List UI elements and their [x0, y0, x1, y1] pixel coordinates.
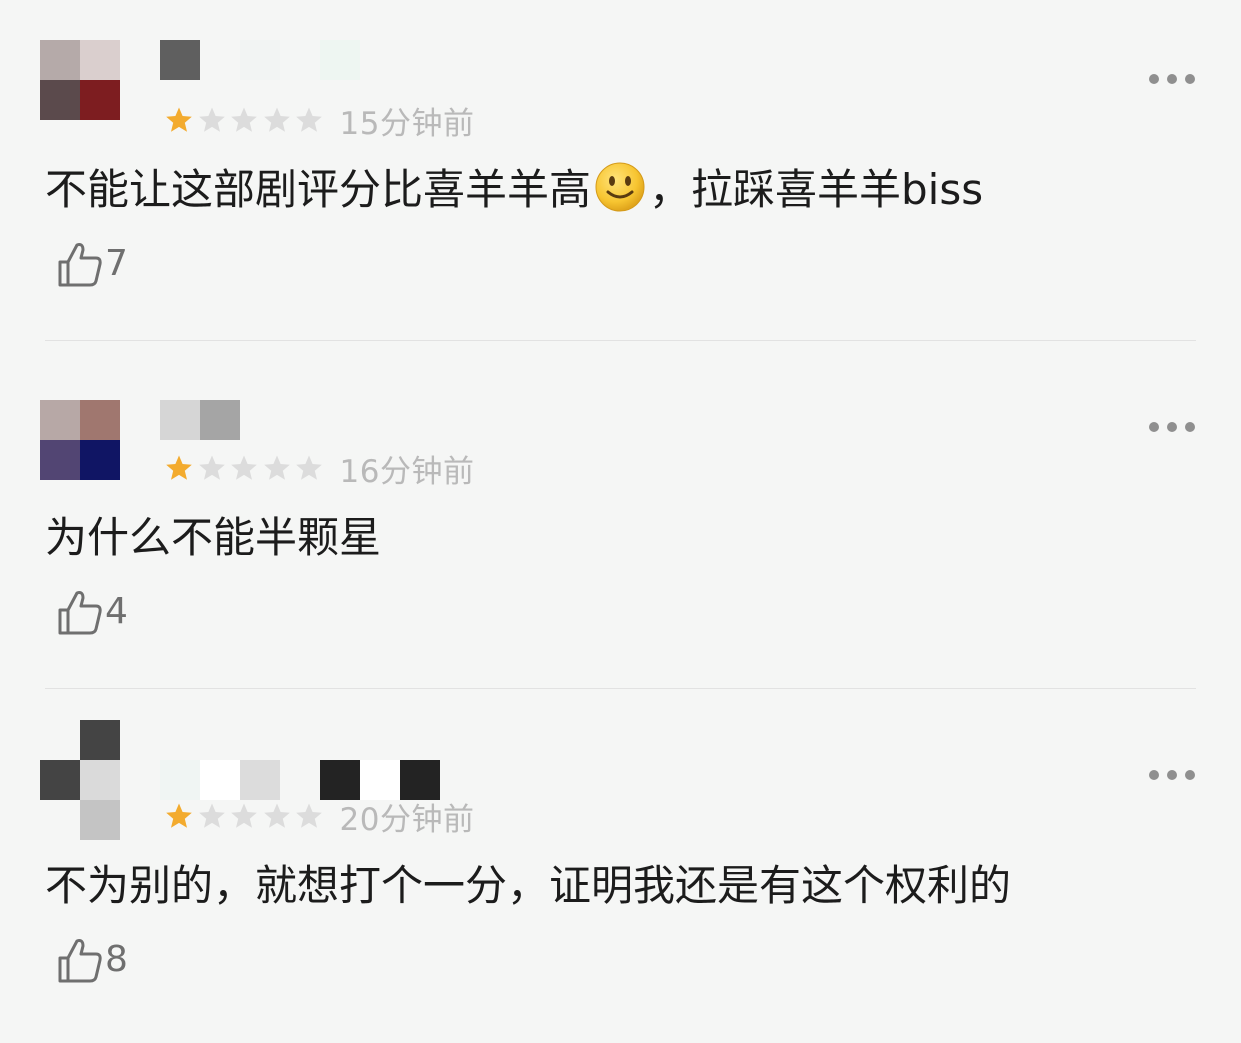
comment-text: 不为别的，就想打个一分，证明我还是有这个权利的 — [45, 856, 1011, 916]
like-count: 4 — [105, 591, 128, 632]
avatar[interactable] — [40, 40, 120, 120]
comment-text-part: 不能让这部剧评分比喜羊羊高 — [45, 165, 592, 214]
avatar-mosaic-block — [80, 80, 120, 120]
username-mosaic-block — [160, 40, 200, 80]
star-empty-icon — [296, 455, 322, 480]
comment-time: 20分钟前 — [339, 801, 475, 838]
more-dot-icon — [1167, 422, 1177, 432]
avatar-mosaic-block — [40, 80, 80, 120]
star-empty-icon — [231, 803, 257, 828]
star-filled-icon — [166, 803, 192, 828]
star-rating: 15分钟前 — [165, 100, 475, 142]
username-mosaic-block — [240, 760, 280, 800]
username-mosaic-block — [320, 40, 360, 80]
star-rating: 20分钟前 — [165, 796, 475, 838]
thumbs-up-icon — [58, 591, 102, 635]
username-mosaic-block — [360, 40, 400, 80]
more-options-button[interactable] — [1149, 74, 1195, 84]
star-empty-icon — [231, 107, 257, 132]
comment-text-part: ，拉踩喜羊羊biss — [649, 165, 984, 214]
star-empty-icon — [198, 803, 225, 828]
star-empty-icon — [296, 803, 322, 828]
star-empty-icon — [263, 455, 290, 480]
star-empty-icon — [231, 455, 257, 480]
avatar-mosaic-block — [40, 720, 80, 760]
avatar-mosaic-block — [40, 400, 80, 440]
star-filled-icon — [166, 455, 192, 480]
avatar-mosaic-block — [40, 800, 80, 840]
star-empty-icon — [198, 107, 225, 132]
avatar-mosaic-block — [40, 40, 80, 80]
like-count: 8 — [105, 939, 128, 980]
star-empty-icon — [263, 803, 290, 828]
comment-item: 20分钟前 不为别的，就想打个一分，证明我还是有这个权利的 8 — [0, 696, 1241, 1043]
avatar-mosaic-block — [80, 440, 120, 480]
avatar-mosaic-block — [80, 400, 120, 440]
comment-text-part: 为什么不能半颗星 — [45, 513, 382, 562]
username-mosaic-block — [200, 760, 240, 800]
username-mosaic-block — [160, 400, 200, 440]
comment-text: 为什么不能半颗星 — [45, 508, 381, 568]
star-empty-icon — [263, 107, 290, 132]
divider — [45, 688, 1196, 689]
more-dot-icon — [1149, 74, 1159, 84]
like-button[interactable]: 4 — [57, 588, 128, 636]
slightly-smiling-face-icon — [595, 162, 645, 212]
username-mosaic-block — [200, 400, 240, 440]
comment-time: 15分钟前 — [339, 105, 475, 142]
avatar-mosaic-block — [80, 720, 120, 760]
avatar-mosaic-block — [80, 40, 120, 80]
more-dot-icon — [1185, 74, 1195, 84]
username-mosaic-block — [160, 760, 200, 800]
more-options-button[interactable] — [1149, 770, 1195, 780]
avatar-mosaic-block — [80, 800, 120, 840]
username-mosaic-block — [280, 40, 320, 80]
star-filled-icon — [166, 107, 192, 132]
avatar-mosaic-block — [80, 760, 120, 800]
more-dot-icon — [1185, 770, 1195, 780]
star-empty-icon — [296, 107, 322, 132]
like-count: 7 — [105, 243, 128, 284]
avatar-mosaic-block — [40, 440, 80, 480]
more-dot-icon — [1149, 422, 1159, 432]
thumbs-up-icon — [58, 939, 102, 983]
avatar-mosaic-block — [40, 760, 80, 800]
username-mosaic-block — [240, 40, 280, 80]
more-dot-icon — [1167, 770, 1177, 780]
star-empty-icon — [198, 455, 225, 480]
avatar[interactable] — [40, 400, 120, 480]
comment-text-part: 不为别的，就想打个一分，证明我还是有这个权利的 — [45, 861, 1012, 910]
comment-item: 15分钟前 不能让这部剧评分比喜羊羊高 ，拉踩喜羊羊biss 7 — [0, 0, 1241, 347]
comment-text: 不能让这部剧评分比喜羊羊高 ，拉踩喜羊羊biss — [45, 160, 983, 220]
avatar[interactable] — [40, 720, 120, 840]
username-mosaic-block — [280, 760, 320, 800]
like-button[interactable]: 8 — [57, 936, 128, 984]
username-mosaic[interactable] — [160, 400, 240, 440]
star-rating: 16分钟前 — [165, 448, 475, 490]
like-button[interactable]: 7 — [57, 240, 128, 288]
thumbs-up-icon — [58, 243, 102, 287]
more-dot-icon — [1167, 74, 1177, 84]
more-dot-icon — [1185, 422, 1195, 432]
divider — [45, 340, 1196, 341]
more-options-button[interactable] — [1149, 422, 1195, 432]
comment-item: 16分钟前 为什么不能半颗星 4 — [0, 348, 1241, 695]
username-mosaic[interactable] — [160, 40, 400, 80]
more-dot-icon — [1149, 770, 1159, 780]
comment-time: 16分钟前 — [339, 453, 475, 490]
username-mosaic-block — [200, 40, 240, 80]
